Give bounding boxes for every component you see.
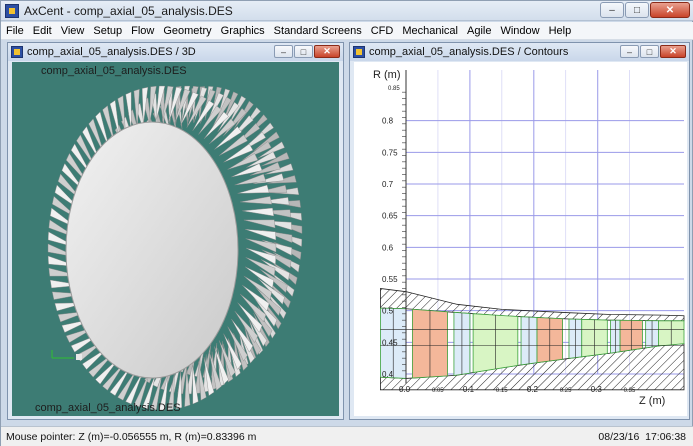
rotor-blade (209, 118, 236, 145)
z-tick-label-minor: 0.25 (560, 388, 572, 394)
window-controls: – □ ✕ (600, 2, 690, 18)
status-time: 17:06:38 (645, 431, 686, 443)
status-bar: Mouse pointer: Z (m)=-0.056555 m, R (m)=… (1, 426, 693, 446)
window-contours-icon (353, 46, 365, 58)
viewport-3d[interactable]: comp_axial_05_analysis.DES comp_axial_05… (12, 62, 339, 416)
contours-viewport[interactable]: 0.8 0.75 0.7 0.65 0.6 0.55 0.5 0.45 0.4 0.0 0.1 0.… (354, 62, 687, 416)
status-date: 08/23/16 (598, 431, 640, 443)
r-tick-label: 0.4 (382, 370, 394, 379)
rotor-blade (234, 173, 267, 186)
menu-agile[interactable]: Agile (467, 25, 491, 37)
menu-flow[interactable]: Flow (131, 25, 154, 37)
close-button[interactable]: ✕ (650, 2, 690, 18)
menu-standard-screens[interactable]: Standard Screens (274, 25, 362, 37)
rotor-blade (240, 196, 272, 205)
window-3d-titlebar[interactable]: comp_axial_05_analysis.DES / 3D – □ ✕ (8, 43, 343, 61)
r-tick-label: 0.5 (382, 307, 394, 316)
title-bar[interactable]: AxCent - comp_axial_05_analysis.DES – □ … (1, 1, 693, 21)
window-3d-controls: – □ ✕ (274, 45, 340, 58)
z-tick-label-minor: 0.15 (496, 388, 508, 394)
z-tick-label-minor: 0.05 (432, 388, 444, 394)
menu-mechanical[interactable]: Mechanical (402, 25, 458, 37)
menu-help[interactable]: Help (549, 25, 572, 37)
minimize-button[interactable]: – (600, 2, 624, 18)
window-contours-title: comp_axial_05_analysis.DES / Contours (369, 46, 569, 58)
app-title: AxCent - comp_axial_05_analysis.DES (24, 4, 233, 18)
window-contours-maximize-button[interactable]: □ (640, 45, 659, 58)
flowpath-shapes (380, 288, 685, 391)
r-tick-label: 0.45 (382, 338, 398, 347)
z-tick-label: 0.1 (463, 385, 475, 394)
compressor-rotor-render (47, 85, 303, 411)
rotor-blade (203, 111, 229, 140)
mouse-pointer-readout: Mouse pointer: Z (m)=-0.056555 m, R (m)=… (6, 431, 257, 443)
r-tick-label: 0.8 (382, 117, 394, 126)
window-contours: comp_axial_05_analysis.DES / Contours – … (349, 42, 690, 420)
menu-geometry[interactable]: Geometry (163, 25, 211, 37)
menu-bar: File Edit View Setup Flow Geometry Graph… (1, 22, 693, 40)
z-tick-label: 0.3 (591, 385, 603, 394)
window-3d: comp_axial_05_analysis.DES / 3D – □ ✕ co… (7, 42, 344, 420)
menu-edit[interactable]: Edit (33, 25, 52, 37)
rotor-blade (244, 229, 277, 241)
window-3d-close-button[interactable]: ✕ (314, 45, 340, 58)
window-contours-titlebar[interactable]: comp_axial_05_analysis.DES / Contours – … (350, 43, 689, 61)
menu-window[interactable]: Window (500, 25, 539, 37)
menu-view[interactable]: View (61, 25, 85, 37)
menu-graphics[interactable]: Graphics (221, 25, 265, 37)
meridional-plot: 0.8 0.75 0.7 0.65 0.6 0.55 0.5 0.45 0.4 0.0 0.1 0.… (373, 69, 685, 407)
rotor-blade (245, 247, 277, 265)
menu-file[interactable]: File (6, 25, 24, 37)
window-contours-close-button[interactable]: ✕ (660, 45, 686, 58)
menu-setup[interactable]: Setup (93, 25, 122, 37)
r-tick-label: 0.55 (382, 275, 398, 284)
window-contours-controls: – □ ✕ (620, 45, 686, 58)
r-tick-label: 0.65 (382, 212, 398, 221)
app-window: AxCent - comp_axial_05_analysis.DES – □ … (0, 0, 693, 446)
window-3d-title: comp_axial_05_analysis.DES / 3D (27, 46, 196, 58)
window-3d-icon (11, 46, 23, 58)
r-axis-label: R (m) (373, 69, 401, 81)
window-contours-minimize-button[interactable]: – (620, 45, 639, 58)
rotor-blade (242, 207, 274, 217)
status-datetime: 08/23/16 17:06:38 (598, 431, 686, 443)
maximize-button[interactable]: □ (625, 2, 649, 18)
rotor-blade (237, 184, 270, 194)
menu-cfd[interactable]: CFD (371, 25, 394, 37)
z-axis-label: Z (m) (639, 395, 665, 407)
r-tick-label: 0.75 (382, 148, 398, 157)
z-tick-label-minor: 0.35 (624, 388, 636, 394)
r-tick-label: 0.7 (382, 180, 394, 189)
r-tick-label: 0.6 (382, 243, 394, 252)
rotor-blade (243, 219, 276, 229)
z-tick-label: 0.2 (527, 385, 539, 394)
rotor-hub-disk (65, 121, 239, 379)
app-icon (5, 4, 19, 18)
window-3d-maximize-button[interactable]: □ (294, 45, 313, 58)
axis-triad (51, 350, 82, 360)
window-3d-minimize-button[interactable]: – (274, 45, 293, 58)
z-tick-label: 0.0 (399, 385, 411, 394)
r-axis-top-tick: 0.85 (388, 86, 400, 92)
viewport-label-bottom: comp_axial_05_analysis.DES (35, 402, 181, 414)
